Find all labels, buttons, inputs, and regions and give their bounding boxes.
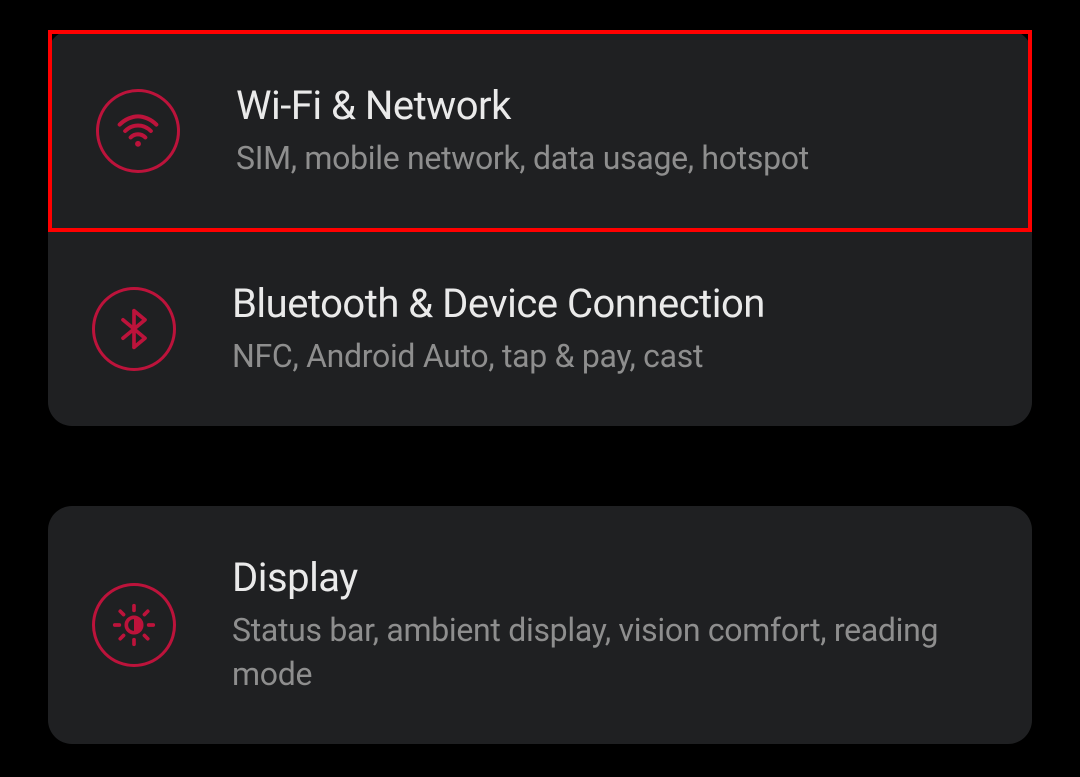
settings-item-title: Display: [232, 554, 988, 601]
settings-item-text: Wi-Fi & Network SIM, mobile network, dat…: [236, 82, 984, 180]
settings-item-subtitle: SIM, mobile network, data usage, hotspot: [236, 137, 984, 180]
wifi-icon: [96, 89, 180, 173]
settings-item-subtitle: NFC, Android Auto, tap & pay, cast: [232, 335, 988, 378]
settings-group-connectivity: Wi-Fi & Network SIM, mobile network, dat…: [48, 30, 1032, 426]
bluetooth-icon: [92, 287, 176, 371]
display-icon: [92, 583, 176, 667]
settings-item-wifi-network[interactable]: Wi-Fi & Network SIM, mobile network, dat…: [48, 30, 1032, 232]
settings-group-display: Display Status bar, ambient display, vis…: [48, 506, 1032, 743]
settings-item-text: Display Status bar, ambient display, vis…: [232, 554, 988, 695]
settings-item-bluetooth[interactable]: Bluetooth & Device Connection NFC, Andro…: [48, 232, 1032, 426]
settings-item-title: Wi-Fi & Network: [236, 82, 984, 129]
settings-item-subtitle: Status bar, ambient display, vision comf…: [232, 609, 988, 695]
settings-item-display[interactable]: Display Status bar, ambient display, vis…: [48, 506, 1032, 743]
settings-item-title: Bluetooth & Device Connection: [232, 280, 988, 327]
settings-item-text: Bluetooth & Device Connection NFC, Andro…: [232, 280, 988, 378]
